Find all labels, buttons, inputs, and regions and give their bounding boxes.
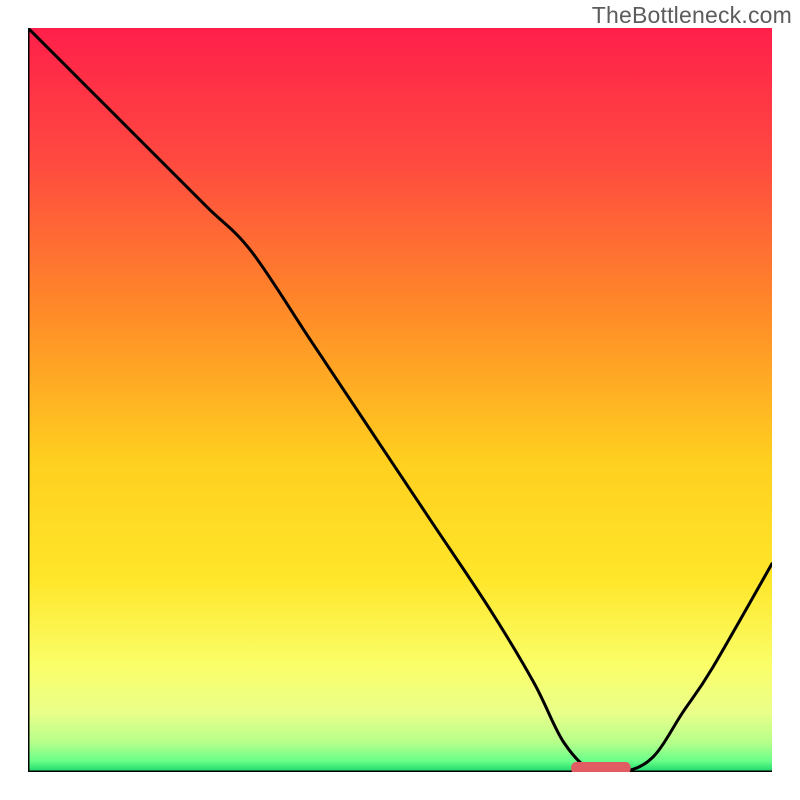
- optimal-marker: [571, 762, 631, 772]
- watermark-text: TheBottleneck.com: [592, 2, 792, 29]
- chart-svg: [28, 28, 772, 772]
- chart-plot: [28, 28, 772, 772]
- chart-stage: TheBottleneck.com: [0, 0, 800, 800]
